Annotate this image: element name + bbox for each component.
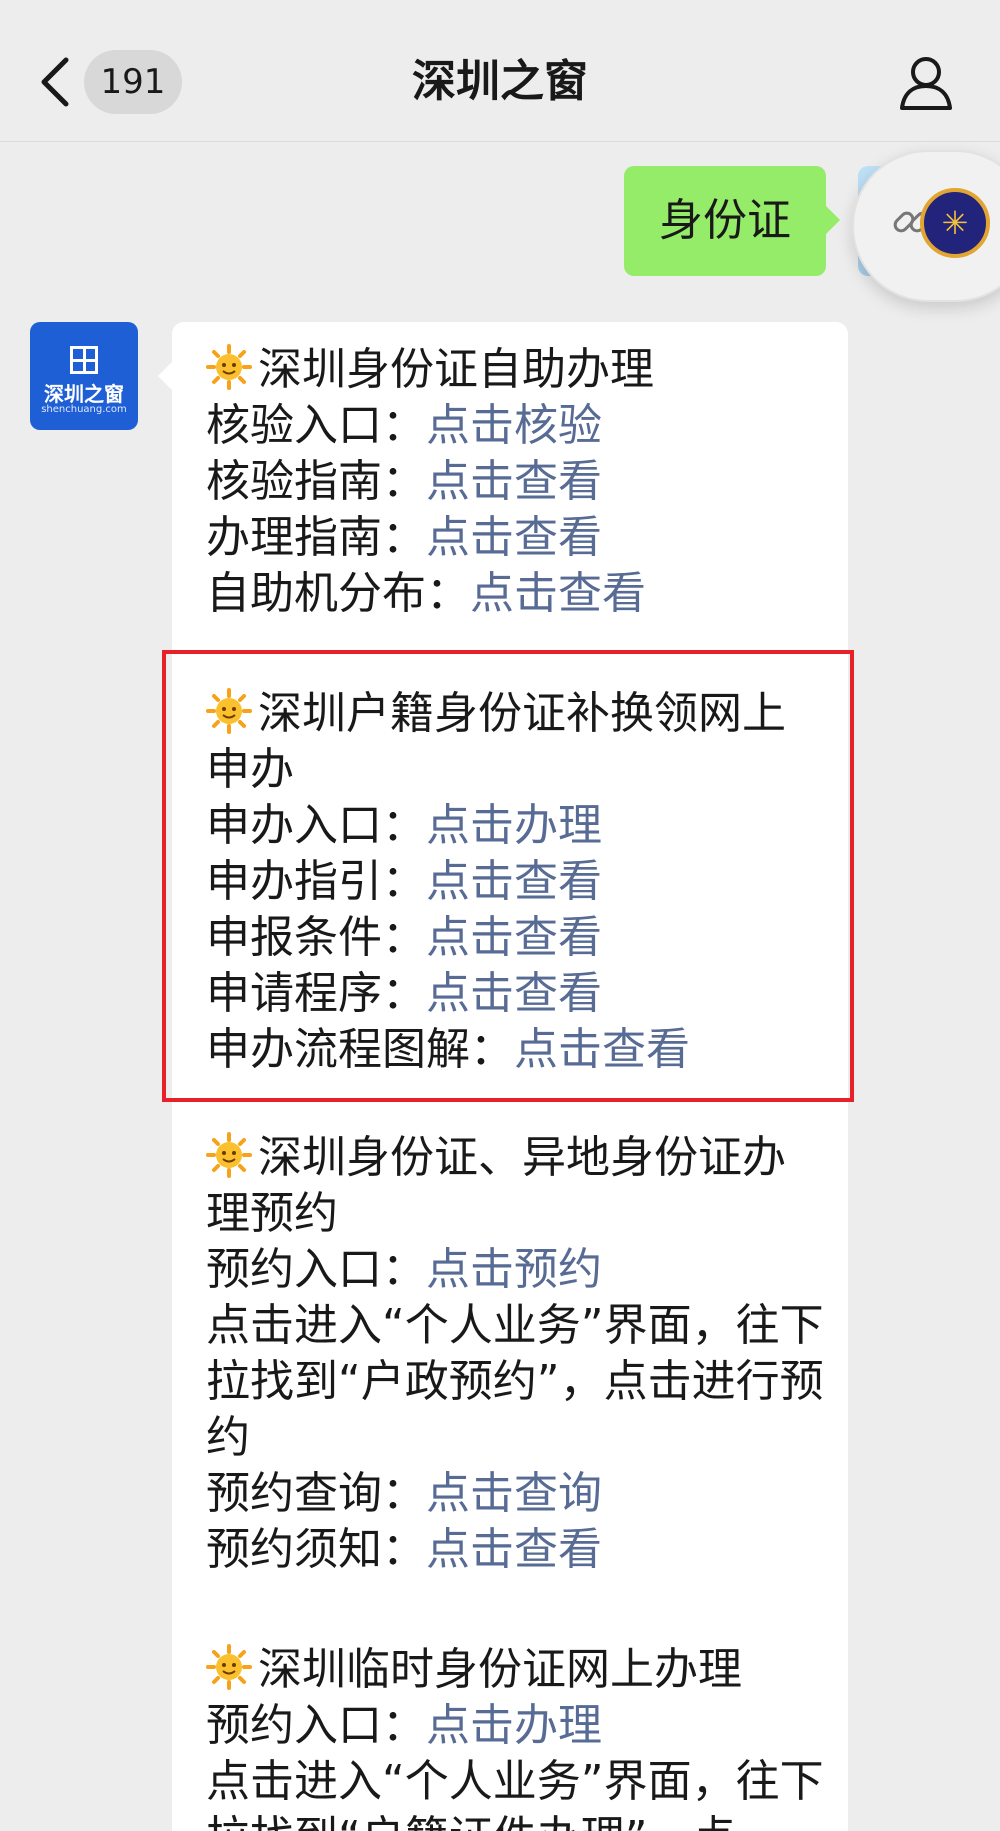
instruction-text: 点击进入“个人业务”界面，往下拉找到“户籍证件办理”，点	[206, 1756, 824, 1831]
section-title: 深圳身份证自助办理	[258, 344, 654, 395]
verify-link[interactable]: 点击核验	[426, 400, 602, 451]
section-appointment: 深圳身份证、异地身份证办理预约 预约入口：点击预约 点击进入“个人业务”界面，往…	[206, 1130, 826, 1578]
list-item: 自助机分布：点击查看	[206, 566, 826, 622]
list-item: 预约查询：点击查询	[206, 1466, 826, 1522]
chat-title: 深圳之窗	[412, 56, 588, 107]
emblem-icon	[920, 188, 990, 258]
query-link[interactable]: 点击查询	[426, 1468, 602, 1519]
row-label: 预约入口：	[206, 1244, 426, 1295]
section-self-service: 深圳身份证自助办理 核验入口：点击核验 核验指南：点击查看 办理指南：点击查看 …	[206, 342, 826, 622]
sun-emoji-icon	[206, 1644, 252, 1690]
row-label: 办理指南：	[206, 512, 426, 563]
chat-header: 191 深圳之窗	[0, 0, 1000, 142]
sun-emoji-icon	[206, 1132, 252, 1178]
unread-count-badge[interactable]: 191	[84, 50, 182, 114]
row-label: 核验入口：	[206, 400, 426, 451]
sun-emoji-icon	[206, 344, 252, 390]
section-title: 深圳临时身份证网上办理	[258, 1644, 742, 1695]
list-item: 预约入口：点击办理	[206, 1698, 826, 1754]
outgoing-message-bubble[interactable]: 身份证	[624, 166, 840, 276]
row-label: 预约查询：	[206, 1468, 426, 1519]
person-icon[interactable]	[896, 52, 956, 112]
section-temporary-id: 深圳临时身份证网上办理 预约入口：点击办理 点击进入“个人业务”界面，往下拉找到…	[206, 1642, 826, 1831]
view-link[interactable]: 点击查看	[426, 1524, 602, 1575]
row-label: 自助机分布：	[206, 568, 470, 619]
instruction-text: 点击进入“个人业务”界面，往下拉找到“户政预约”，点击进行预约	[206, 1300, 824, 1463]
row-label: 核验指南：	[206, 456, 426, 507]
chevron-left-icon[interactable]	[36, 52, 76, 112]
list-item: 核验入口：点击核验	[206, 398, 826, 454]
list-item: 预约须知：点击查看	[206, 1522, 826, 1578]
window-icon	[70, 346, 98, 374]
logo-domain: shenchuang.com	[41, 404, 127, 415]
list-item: 预约入口：点击预约	[206, 1242, 826, 1298]
account-avatar[interactable]: 深圳之窗 shenchuang.com	[30, 322, 138, 430]
list-item: 办理指南：点击查看	[206, 510, 826, 566]
list-item: 核验指南：点击查看	[206, 454, 826, 510]
floating-window[interactable]	[852, 150, 1000, 302]
view-link[interactable]: 点击查看	[426, 512, 602, 563]
row-label: 预约须知：	[206, 1524, 426, 1575]
view-link[interactable]: 点击查看	[426, 456, 602, 507]
apply-link[interactable]: 点击办理	[426, 1700, 602, 1751]
row-label: 预约入口：	[206, 1700, 426, 1751]
section-title: 深圳身份证、异地身份证办理预约	[206, 1132, 786, 1239]
highlight-box	[162, 650, 854, 1102]
logo-name: 深圳之窗	[44, 382, 124, 406]
book-link[interactable]: 点击预约	[426, 1244, 602, 1295]
view-link[interactable]: 点击查看	[470, 568, 646, 619]
